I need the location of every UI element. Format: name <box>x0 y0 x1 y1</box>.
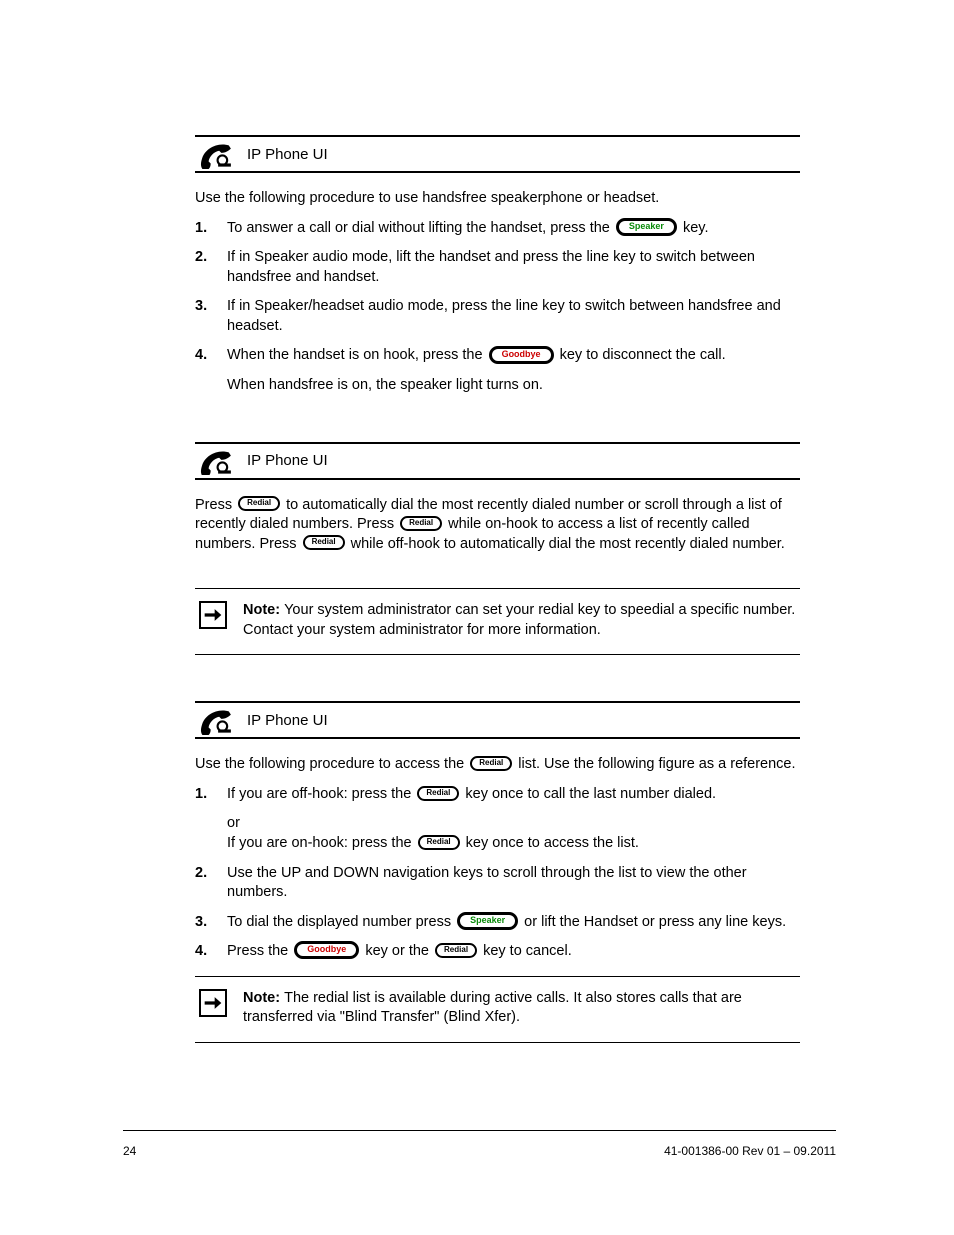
sec2-intro: Press Redial to automatically dial the m… <box>195 496 800 555</box>
phone-icon <box>199 705 233 735</box>
note-block-2: Note: The redial list is available durin… <box>195 977 800 1042</box>
sec1-step-1: 1. To answer a call or dial without lift… <box>195 219 800 239</box>
phone-icon <box>199 446 233 476</box>
phone-icon <box>199 139 233 169</box>
sec3-step-1b: or If you are on-hook: press the Redial … <box>195 814 800 853</box>
redial-button: Redial <box>417 786 459 801</box>
doc-id: 41-001386-00 Rev 01 – 09.2011 <box>664 1144 836 1158</box>
arrow-right-icon <box>199 989 227 1017</box>
redial-button: Redial <box>435 943 477 958</box>
section-title-1: IP Phone UI <box>247 146 328 163</box>
redial-button: Redial <box>418 835 460 850</box>
page-number: 24 <box>123 1144 136 1158</box>
goodbye-button: Goodbye <box>489 346 554 364</box>
redial-button: Redial <box>303 535 345 550</box>
speaker-button: Speaker <box>457 912 518 930</box>
arrow-right-icon <box>199 601 227 629</box>
sec3-step-2: 2. Use the UP and DOWN navigation keys t… <box>195 864 800 903</box>
sec1-step-5: When handsfree is on, the speaker light … <box>195 376 800 396</box>
sec1-step-4: 4. When the handset is on hook, press th… <box>195 346 800 366</box>
sec1-intro: Use the following procedure to use hands… <box>195 189 800 209</box>
sec1-step-3: 3. If in Speaker/headset audio mode, pre… <box>195 297 800 336</box>
footer-rule <box>123 1130 836 1131</box>
sec3-step-3: 3. To dial the displayed number press Sp… <box>195 913 800 933</box>
note-block-1: Note: Your system administrator can set … <box>195 589 800 654</box>
redial-button: Redial <box>238 496 280 511</box>
section-title-3: IP Phone UI <box>247 712 328 729</box>
redial-button: Redial <box>400 516 442 531</box>
sec1-step-2: 2. If in Speaker audio mode, lift the ha… <box>195 248 800 287</box>
sec3-step-1: 1. If you are off-hook: press the Redial… <box>195 785 800 805</box>
sec3-step-4: 4. Press the Goodbye key or the Redial k… <box>195 942 800 962</box>
speaker-button: Speaker <box>616 218 677 236</box>
redial-button: Redial <box>470 756 512 771</box>
sec3-intro: Use the following procedure to access th… <box>195 755 800 775</box>
goodbye-button: Goodbye <box>294 941 359 959</box>
section-title-2: IP Phone UI <box>247 452 328 469</box>
